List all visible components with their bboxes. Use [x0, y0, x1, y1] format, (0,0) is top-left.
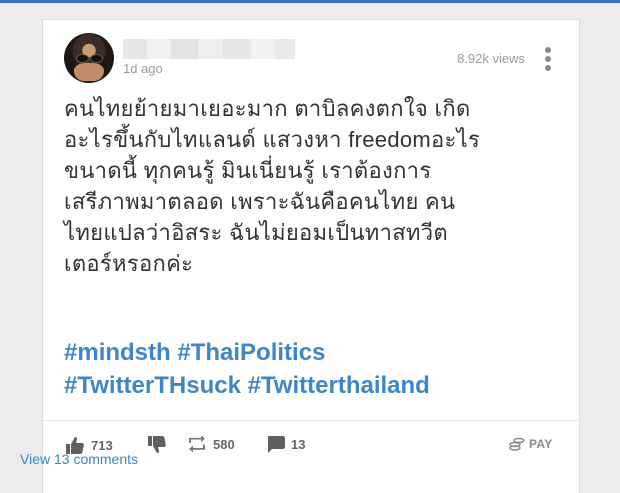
post-timestamp: 1d ago	[123, 61, 163, 76]
thumbs-down-icon	[148, 436, 166, 453]
user-avatar[interactable]	[64, 33, 114, 83]
post-card: 1d ago 8.92k views คนไทยย้ายมาเยอะมาก ตา…	[42, 19, 581, 493]
comment-icon	[268, 436, 285, 453]
hashtag-line[interactable]: #TwitterTHsuck #Twitterthailand	[64, 369, 564, 402]
view-count: 8.92k views	[457, 51, 525, 66]
dislike-button[interactable]	[147, 436, 167, 454]
repost-icon	[189, 436, 205, 452]
hashtags[interactable]: #mindsth #ThaiPolitics #TwitterTHsuck #T…	[64, 336, 564, 402]
hashtag-line[interactable]: #mindsth #ThaiPolitics	[64, 336, 564, 369]
comment-button[interactable]: 13	[267, 436, 305, 453]
top-accent-bar	[0, 0, 620, 3]
post-text-line: ขนาดนี้ ทุกคนรู้ มินเนี่ยนรู้ เราต้องการ	[64, 158, 432, 183]
username-redacted[interactable]	[123, 39, 295, 59]
avatar-glasses-right	[90, 54, 103, 63]
avatar-glasses-left	[76, 54, 89, 63]
repost-button[interactable]: 580	[187, 436, 235, 452]
post-text-line: คนไทยย้ายมาเยอะมาก ตาบิลคงตกใจ เกิด	[64, 96, 471, 121]
pay-button[interactable]: PAY	[509, 437, 553, 451]
post-text-line: ไทยแปลว่าอิสระ ฉันไม่ยอมเป็นทาสทวีต	[64, 220, 449, 245]
pay-label: PAY	[529, 437, 553, 451]
more-options-icon[interactable]	[543, 47, 553, 71]
avatar-hand	[74, 63, 104, 81]
repost-count: 580	[213, 436, 235, 452]
view-comments-link[interactable]: View 13 comments	[20, 451, 138, 467]
comment-count: 13	[291, 437, 306, 452]
post-text-line: เสรีภาพมาตลอด เพราะฉันคือคนไทย คน	[64, 189, 456, 214]
post-text-line: อะไรขึ้นกับไทแลนด์ แสวงหา freedomอะไร	[64, 127, 481, 152]
coins-icon	[509, 437, 525, 451]
post-text-line: เตอร์หรอกค่ะ	[64, 251, 194, 276]
post-body: คนไทยย้ายมาเยอะมาก ตาบิลคงตกใจ เกิด อะไร…	[64, 93, 564, 279]
